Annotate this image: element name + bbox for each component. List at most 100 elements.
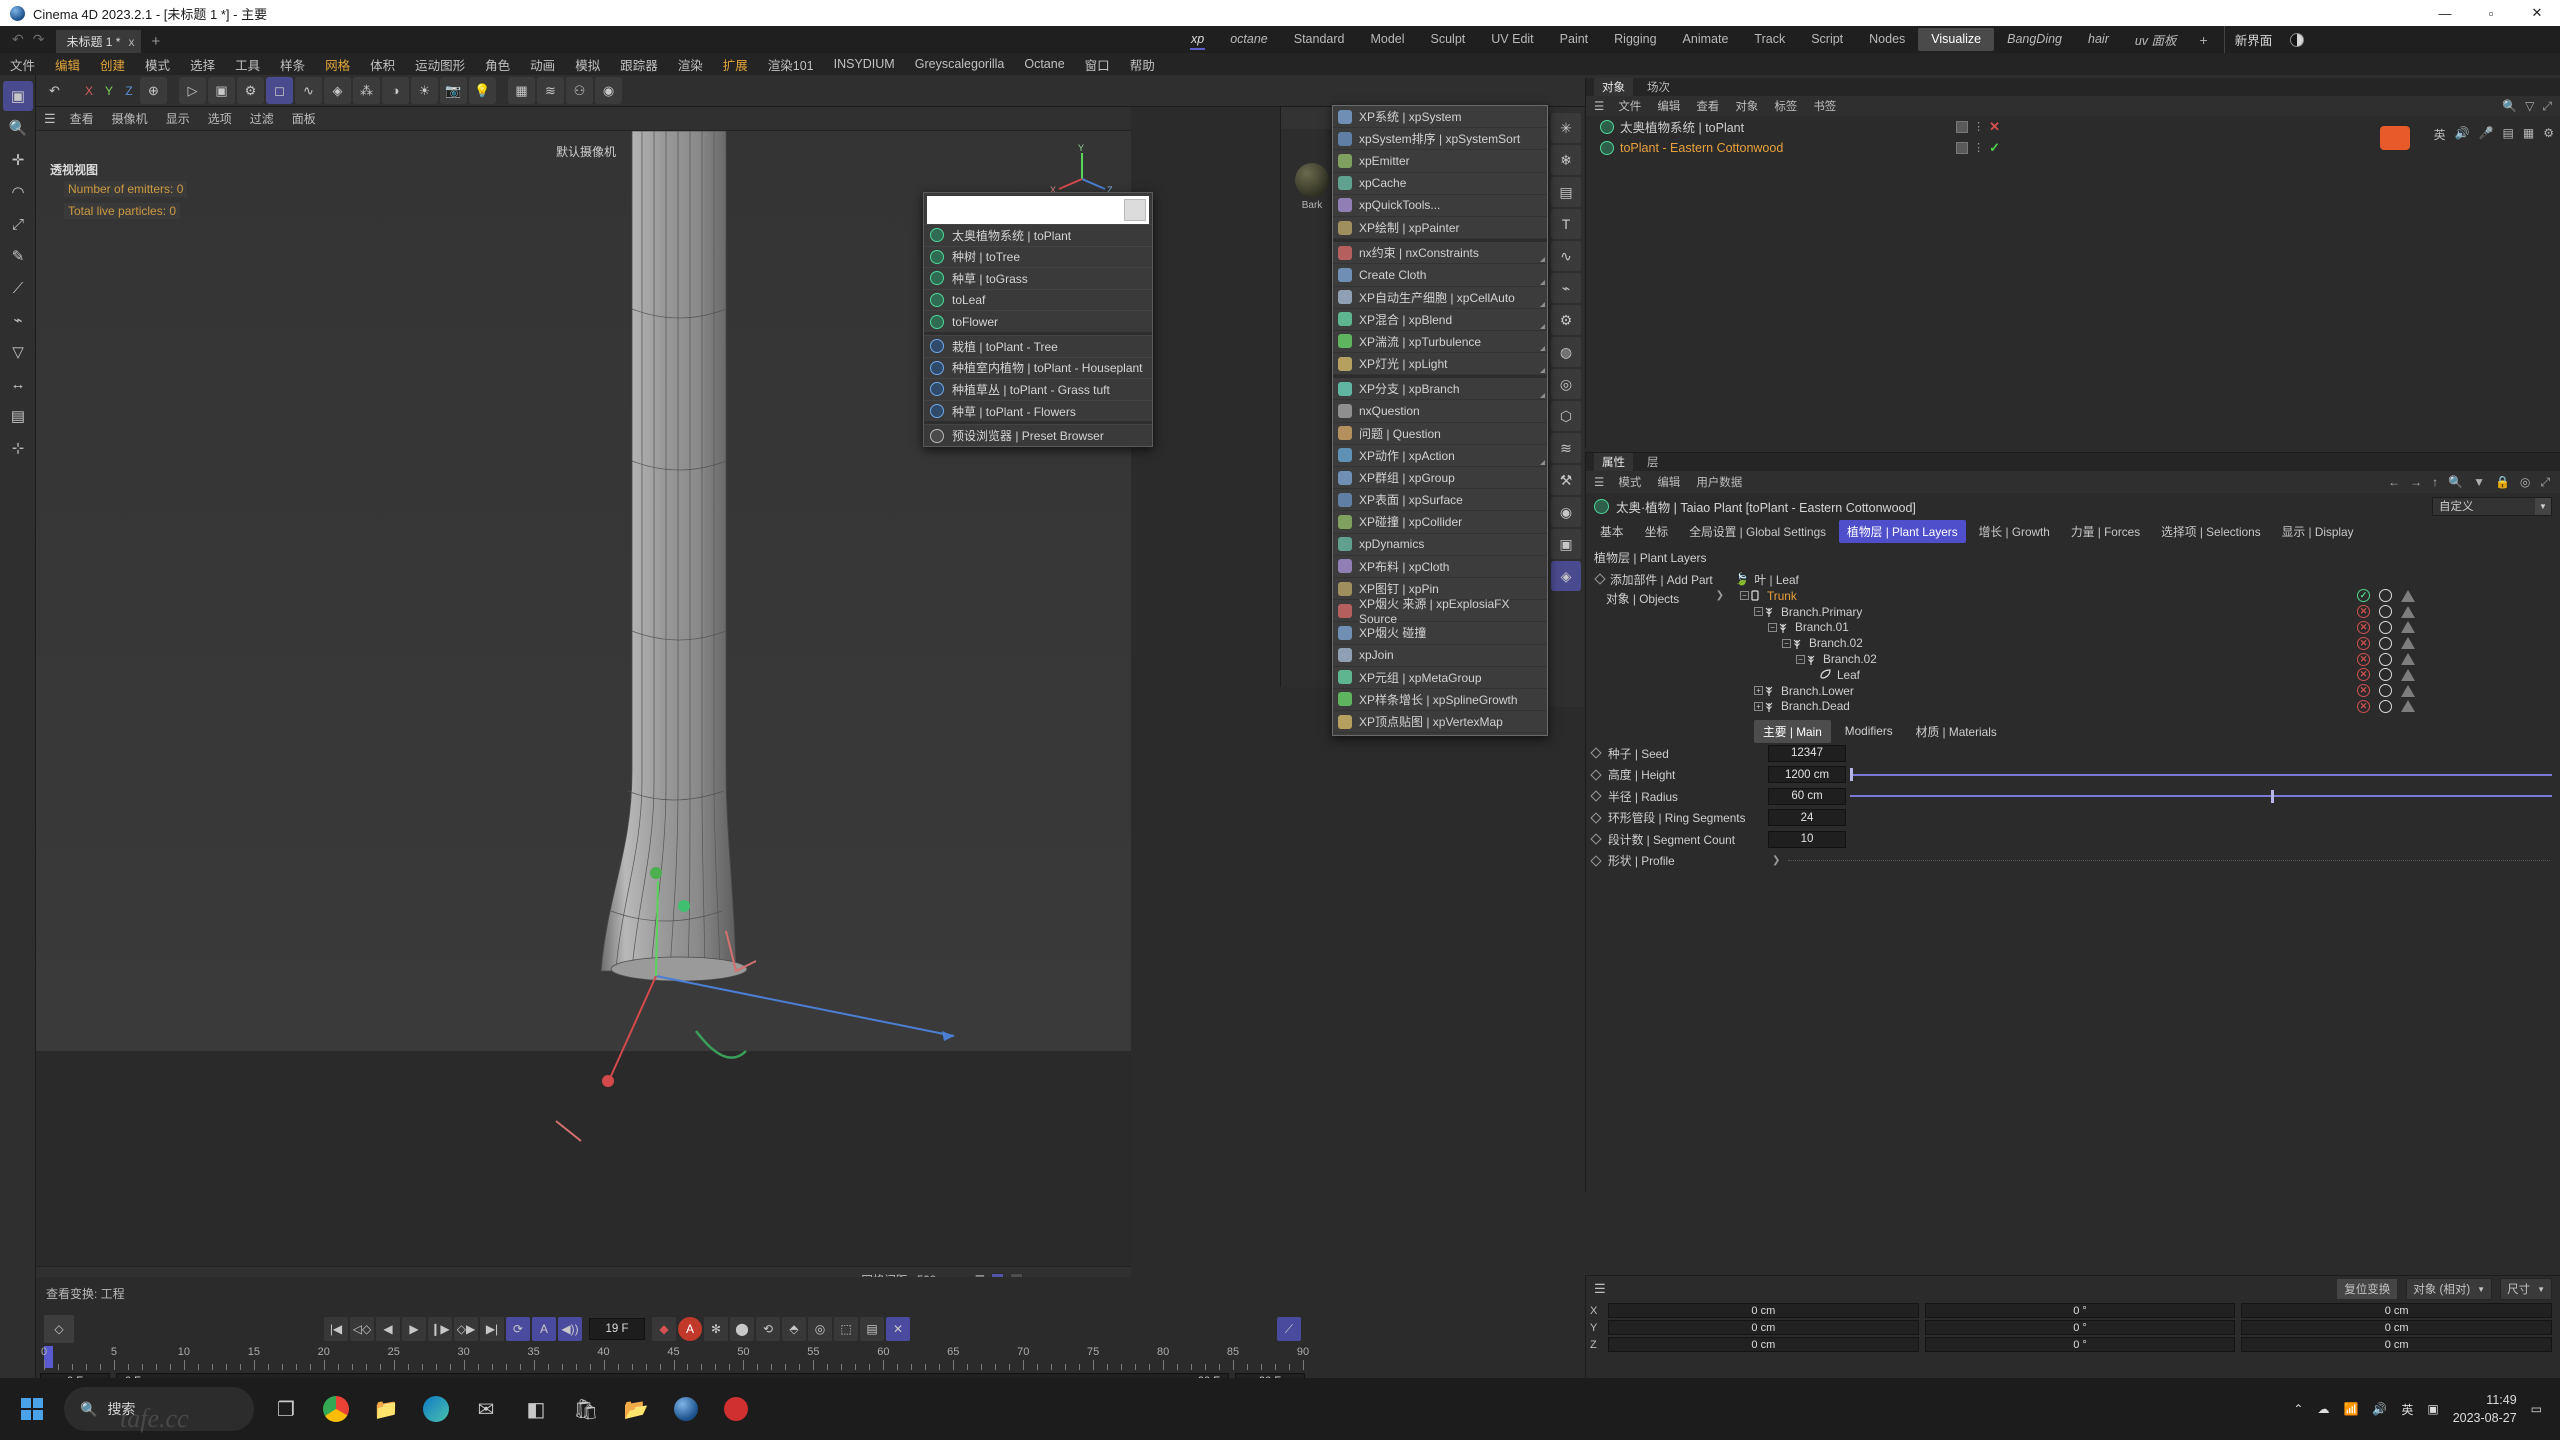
autokeying-icon[interactable]: A	[678, 1317, 702, 1341]
tag-icon[interactable]	[1956, 141, 1969, 154]
plant-menu-item-2[interactable]: 种草 | toGrass	[924, 267, 1152, 289]
tool-light[interactable]: 💡	[469, 77, 496, 104]
loop-icon[interactable]: ⟳	[506, 1317, 530, 1341]
tool-environment[interactable]: ☀	[411, 77, 438, 104]
expander-icon[interactable]: −	[1768, 622, 1777, 632]
mic-icon[interactable]: 🎤	[2479, 126, 2494, 143]
attribute-tab-6[interactable]: 选择项 | Selections	[2153, 520, 2268, 543]
xp-menu-item-3[interactable]: xpCache	[1333, 173, 1547, 195]
param-value-field[interactable]: 24	[1768, 809, 1846, 827]
layout-tab-octane[interactable]: octane	[1217, 28, 1281, 51]
layer-disabled-icon[interactable]: ✕	[2357, 620, 2370, 634]
menu-item-动画[interactable]: 动画	[520, 53, 565, 76]
menu-item-扩展[interactable]: 扩展	[713, 53, 758, 76]
menu-item-编辑[interactable]: 编辑	[45, 53, 90, 76]
tool-undo-icon[interactable]: ↶	[41, 77, 68, 104]
layout-tab-script[interactable]: Script	[1798, 28, 1856, 51]
layout-tab-track[interactable]: Track	[1741, 28, 1798, 51]
layer-solo-icon[interactable]	[2379, 636, 2392, 650]
position-z-field[interactable]: 0 cm	[1608, 1337, 1919, 1352]
om-menu-tag[interactable]: 标签	[1767, 97, 1804, 115]
menu-item-工具[interactable]: 工具	[225, 53, 270, 76]
attribute-tab-0[interactable]: 基本	[1592, 520, 1632, 543]
keyframe-list-icon[interactable]: ▤	[860, 1317, 884, 1341]
layout-tab-uv-panel[interactable]: uv 面板	[2122, 26, 2190, 54]
sound-icon[interactable]: 🔊	[2455, 126, 2470, 143]
tool-mograph[interactable]: ▦	[508, 77, 535, 104]
tab-attributes[interactable]: 属性	[1594, 453, 1633, 471]
viewport-menu-view[interactable]: 查看	[62, 108, 102, 129]
search-icon[interactable]: 🔍	[2448, 475, 2463, 490]
plant-layer-row-Trunk[interactable]: − Trunk ✓	[1732, 588, 2560, 604]
xp-tools-icon[interactable]: ⚒	[1551, 465, 1581, 495]
xp-sprite-icon[interactable]: ◍	[1551, 337, 1581, 367]
plant-menu-item-2[interactable]: 种植草丛 | toPlant - Grass tuft	[924, 378, 1152, 400]
xp-skinner-icon[interactable]: ◎	[1551, 369, 1581, 399]
forward-icon[interactable]: →	[2410, 475, 2422, 490]
rotation-z-field[interactable]: 0 °	[1924, 1337, 2236, 1352]
expander-icon[interactable]: −	[1796, 654, 1805, 664]
object-manager-hamburger-icon[interactable]: ☰	[1594, 99, 1604, 113]
layout-tab-hair[interactable]: hair	[2075, 28, 2122, 51]
xp-menu-item-20[interactable]: XP布料 | xpCloth	[1333, 556, 1547, 578]
param-tab-1[interactable]: Modifiers	[1836, 721, 1902, 741]
layer-disabled-icon[interactable]: ✕	[2357, 668, 2370, 682]
tool-cube-primitive[interactable]: ◻	[266, 77, 293, 104]
plant-layers-tree[interactable]: − Trunk ✓ − Branch.Primary ✕ − Branch.01 ✕ − Branc…	[1732, 588, 2560, 714]
tool-workplane[interactable]: ▤	[3, 401, 33, 431]
explorer-icon[interactable]: 📁	[364, 1387, 408, 1431]
om-menu-object[interactable]: 对象	[1728, 97, 1765, 115]
xp-menu-item-19[interactable]: xpDynamics	[1333, 534, 1547, 556]
xp-menu-item-4[interactable]: xpQuickTools...	[1333, 195, 1547, 217]
plant-menu-item-0[interactable]: 太奥植物系统 | toPlant	[924, 224, 1152, 246]
layer-disabled-icon[interactable]: ✕	[2357, 699, 2370, 713]
prev-key-icon[interactable]: ◁◇	[350, 1317, 374, 1341]
record-icon[interactable]	[714, 1387, 758, 1431]
xp-spline-icon[interactable]: ∿	[1551, 241, 1581, 271]
plant-menu-item-1[interactable]: 种植室内植物 | toPlant - Houseplant	[924, 356, 1152, 379]
xp-menu-item-0[interactable]: XP系统 | xpSystem	[1333, 106, 1547, 129]
xp-menu-item-7[interactable]: Create Cloth	[1333, 264, 1547, 287]
xp-menu-item-16[interactable]: XP群组 | xpGroup	[1333, 467, 1547, 490]
layer-solo-icon[interactable]	[2379, 668, 2392, 682]
notifications-icon[interactable]: ▭	[2531, 1402, 2542, 1416]
xp-generator-icon[interactable]: ⬡	[1551, 401, 1581, 431]
xp-menu-item-23[interactable]: XP烟火 碰撞	[1333, 622, 1547, 645]
rotation-y-field[interactable]: 0 °	[1924, 1320, 2236, 1335]
menu-item-创建[interactable]: 创建	[90, 53, 135, 76]
slider-knob[interactable]	[2271, 789, 2275, 803]
animation-mode-icon[interactable]: ✕	[886, 1317, 910, 1341]
viewport-menu-panel[interactable]: 面板	[284, 108, 324, 129]
xp-menu-item-14[interactable]: 问题 | Question	[1333, 423, 1547, 445]
axis-lock-icon[interactable]: ⊕	[140, 77, 167, 104]
menu-item-选择[interactable]: 选择	[180, 53, 225, 76]
go-to-end-icon[interactable]: ▶|	[480, 1317, 504, 1341]
param-value-field[interactable]: 10	[1768, 830, 1846, 848]
plant-layer-row-Branch.Lower[interactable]: + Branch.Lower ✕	[1732, 683, 2560, 699]
menu-item-Greyscalegorilla[interactable]: Greyscalegorilla	[905, 55, 1015, 73]
up-icon[interactable]: ↑	[2432, 475, 2438, 490]
visibility-on-icon[interactable]: ✓	[1989, 140, 2000, 156]
am-menu-userdata[interactable]: 用户数据	[1689, 473, 1749, 491]
new-layout-button[interactable]: 新界面	[2223, 26, 2283, 53]
autokey-icon[interactable]: A	[532, 1317, 556, 1341]
param-key-icon[interactable]: ◎	[808, 1317, 832, 1341]
pla-key-icon[interactable]: ⬚	[834, 1317, 858, 1341]
tool-spline[interactable]: ∿	[295, 77, 322, 104]
tool-measure[interactable]: ↔	[3, 369, 33, 399]
tool-live-selection[interactable]: ▣	[3, 81, 33, 111]
xp-menu-item-2[interactable]: xpEmitter	[1333, 150, 1547, 173]
xp-menu-item-9[interactable]: XP混合 | xpBlend	[1333, 309, 1547, 331]
xp-settings-icon[interactable]: ⚙	[1551, 305, 1581, 335]
chrome-icon[interactable]	[314, 1387, 358, 1431]
tool-simulate[interactable]: ≋	[537, 77, 564, 104]
layer-solo-icon[interactable]	[2379, 652, 2392, 666]
plant-layer-row-Branch.02[interactable]: − Branch.02 ✕	[1732, 635, 2560, 651]
xp-menu-item-15[interactable]: XP动作 | xpAction	[1333, 445, 1547, 467]
axis-y-toggle[interactable]: Y	[99, 79, 119, 103]
viewport-menu-camera[interactable]: 摄像机	[104, 108, 156, 129]
plant-menu-search[interactable]	[927, 196, 1149, 224]
size-z-field[interactable]: 0 cm	[2241, 1337, 2553, 1352]
current-frame-field[interactable]: 19 F	[589, 1318, 645, 1340]
filter-icon[interactable]: ▽	[2525, 99, 2534, 114]
